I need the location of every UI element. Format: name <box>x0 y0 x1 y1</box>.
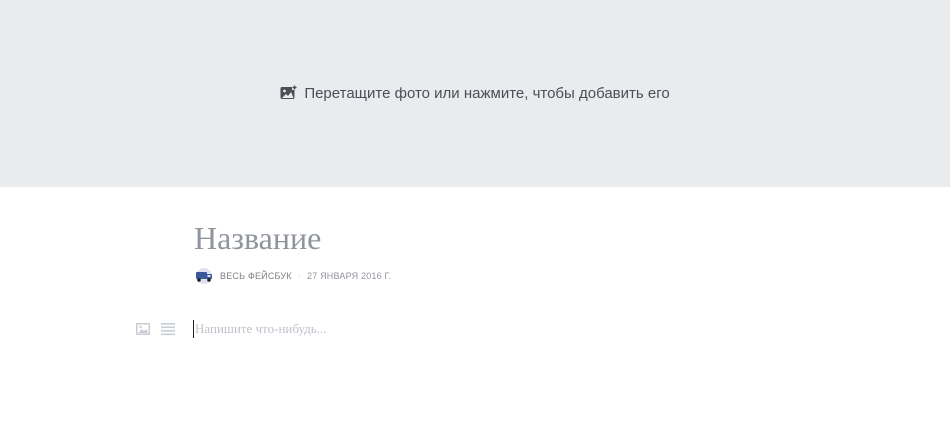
add-photo-icon <box>280 85 298 106</box>
cover-hint: Перетащите фото или нажмите, чтобы добав… <box>0 84 950 106</box>
insert-toolbar <box>135 321 185 337</box>
note-meta: ВЕСЬ ФЕЙСБУК · 27 ЯНВАРЯ 2016 Г. <box>194 267 391 285</box>
image-icon[interactable] <box>135 321 151 337</box>
note-date: 27 ЯНВАРЯ 2016 Г. <box>307 271 392 281</box>
cover-hint-text: Перетащите фото или нажмите, чтобы добав… <box>304 85 670 102</box>
note-body-input[interactable]: Напишите что-нибудь... <box>193 320 326 338</box>
cover-photo-dropzone[interactable]: Перетащите фото или нажмите, чтобы добав… <box>0 0 950 187</box>
avatar <box>194 268 214 284</box>
paragraph-icon[interactable] <box>160 321 176 337</box>
author-name[interactable]: ВЕСЬ ФЕЙСБУК <box>220 271 292 281</box>
note-title-input[interactable]: Название <box>194 218 321 258</box>
meta-separator: · <box>297 271 301 281</box>
